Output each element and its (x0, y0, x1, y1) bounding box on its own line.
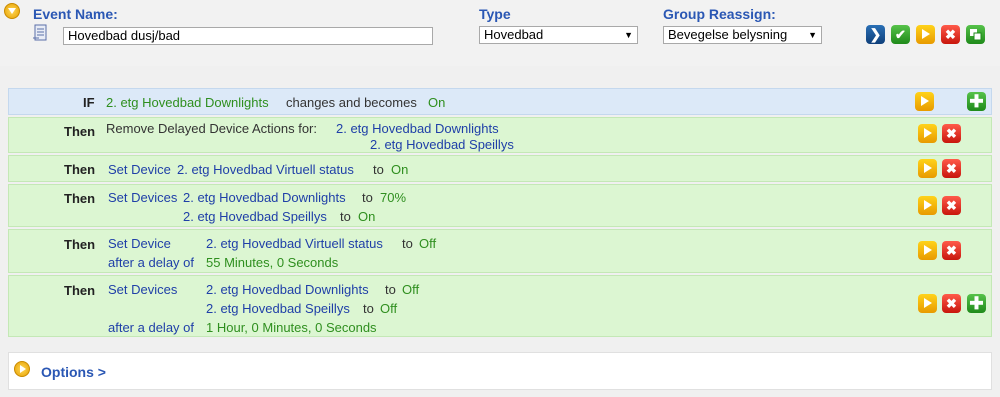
to-text: to (340, 209, 351, 224)
if-row: IF 2. etg Hovedbad Downlights changes an… (8, 88, 992, 115)
delete-event-button[interactable]: ✖ (941, 25, 960, 44)
action-row-set-devices: Then Set Devices 2. etg Hovedbad Downlig… (8, 184, 992, 227)
to-text: to (385, 282, 396, 297)
target-value[interactable]: On (358, 209, 375, 224)
delete-action-button[interactable]: ✖ (942, 196, 961, 215)
to-text: to (362, 190, 373, 205)
arrow-right-icon: ❯ (869, 26, 882, 42)
target-value[interactable]: Off (380, 301, 397, 316)
if-condition-text: changes and becomes (286, 95, 417, 110)
action-row-set-device: Then Set Device 2. etg Hovedbad Virtuell… (8, 155, 992, 182)
action-type[interactable]: Set Device (108, 162, 171, 177)
play-icon (923, 245, 932, 255)
if-state-value[interactable]: On (428, 95, 445, 110)
action-row-remove-delayed: Then Remove Delayed Device Actions for: … (8, 117, 992, 153)
if-keyword: IF (83, 95, 95, 110)
device-link[interactable]: 2. etg Hovedbad Downlights (206, 282, 369, 297)
add-condition-button[interactable]: ✚ (967, 92, 986, 111)
delete-action-button[interactable]: ✖ (942, 124, 961, 143)
then-keyword: Then (64, 191, 96, 206)
x-icon: ✖ (946, 198, 957, 213)
x-icon: ✖ (946, 161, 957, 176)
collapse-toggle-icon[interactable] (4, 3, 20, 19)
action-row-delayed-set-devices: Then Set Devices 2. etg Hovedbad Downlig… (8, 275, 992, 337)
copy-icon (970, 29, 982, 41)
plus-icon: ✚ (969, 294, 984, 313)
x-icon: ✖ (946, 126, 957, 141)
to-text: to (402, 236, 413, 251)
event-name-input[interactable]: Hovedbad dusj/bad (63, 27, 433, 45)
target-value[interactable]: On (391, 162, 408, 177)
device-link[interactable]: 2. etg Hovedbad Virtuell status (177, 162, 354, 177)
play-icon (923, 128, 932, 138)
options-toggle-link[interactable]: Options > (41, 364, 106, 380)
run-action-button[interactable] (918, 124, 937, 143)
group-reassign-label: Group Reassign: (663, 6, 776, 22)
dropdown-arrow-icon: ▼ (808, 30, 817, 40)
save-check-button[interactable]: ✔ (891, 25, 910, 44)
options-panel: Options > (8, 352, 992, 390)
target-value[interactable]: Off (402, 282, 419, 297)
action-type[interactable]: Set Devices (108, 282, 177, 297)
play-icon (923, 163, 932, 173)
then-keyword: Then (64, 162, 96, 177)
if-device-link[interactable]: 2. etg Hovedbad Downlights (106, 95, 269, 110)
to-text: to (363, 301, 374, 316)
type-select-value: Hovedbad (484, 27, 544, 42)
type-select[interactable]: Hovedbad ▼ (479, 26, 638, 44)
run-action-button[interactable] (918, 196, 937, 215)
group-reassign-select[interactable]: Bevegelse belysning ▼ (663, 26, 822, 44)
target-value[interactable]: 70% (380, 190, 406, 205)
delete-action-button[interactable]: ✖ (942, 241, 961, 260)
device-link[interactable]: 2. etg Hovedbad Downlights (183, 190, 346, 205)
device-link[interactable]: 2. etg Hovedbad Speillys (183, 209, 327, 224)
plus-icon: ✚ (969, 92, 984, 111)
run-action-button[interactable] (918, 159, 937, 178)
run-action-button[interactable] (918, 294, 937, 313)
action-type[interactable]: Remove Delayed Device Actions for: (106, 121, 317, 136)
target-value[interactable]: Off (419, 236, 436, 251)
action-row-delayed-set-device: Then Set Device 2. etg Hovedbad Virtuell… (8, 229, 992, 273)
delete-action-button[interactable]: ✖ (942, 294, 961, 313)
run-action-button[interactable] (918, 241, 937, 260)
delay-value[interactable]: 1 Hour, 0 Minutes, 0 Seconds (206, 320, 377, 335)
play-icon (923, 200, 932, 210)
x-icon: ✖ (946, 243, 957, 258)
delay-value[interactable]: 55 Minutes, 0 Seconds (206, 255, 338, 270)
device-link[interactable]: 2. etg Hovedbad Speillys (370, 137, 514, 152)
delay-label: after a delay of (108, 320, 194, 335)
event-header: Event Name: Hovedbad dusj/bad Type Hoved… (0, 0, 1000, 66)
device-link[interactable]: 2. etg Hovedbad Downlights (336, 121, 499, 136)
device-link[interactable]: 2. etg Hovedbad Virtuell status (206, 236, 383, 251)
to-text: to (373, 162, 384, 177)
type-label: Type (479, 6, 511, 22)
dropdown-arrow-icon: ▼ (624, 30, 633, 40)
expand-options-icon[interactable] (14, 361, 30, 377)
next-arrow-button[interactable]: ❯ (866, 25, 885, 44)
then-keyword: Then (64, 237, 96, 252)
event-name-label: Event Name: (33, 6, 118, 22)
add-action-button[interactable]: ✚ (967, 294, 986, 313)
device-link[interactable]: 2. etg Hovedbad Speillys (206, 301, 350, 316)
then-keyword: Then (64, 283, 96, 298)
delete-action-button[interactable]: ✖ (942, 159, 961, 178)
play-icon (923, 298, 932, 308)
group-select-value: Bevegelse belysning (668, 27, 788, 42)
delay-label: after a delay of (108, 255, 194, 270)
x-icon: ✖ (945, 27, 956, 42)
run-event-button[interactable] (916, 25, 935, 44)
action-type[interactable]: Set Device (108, 236, 171, 251)
check-icon: ✔ (895, 27, 906, 42)
play-icon (921, 29, 930, 39)
x-icon: ✖ (946, 296, 957, 311)
play-icon (920, 96, 929, 106)
then-keyword: Then (64, 124, 96, 139)
document-icon (33, 24, 47, 41)
copy-event-button[interactable] (966, 25, 985, 44)
action-type[interactable]: Set Devices (108, 190, 177, 205)
run-if-button[interactable] (915, 92, 934, 111)
